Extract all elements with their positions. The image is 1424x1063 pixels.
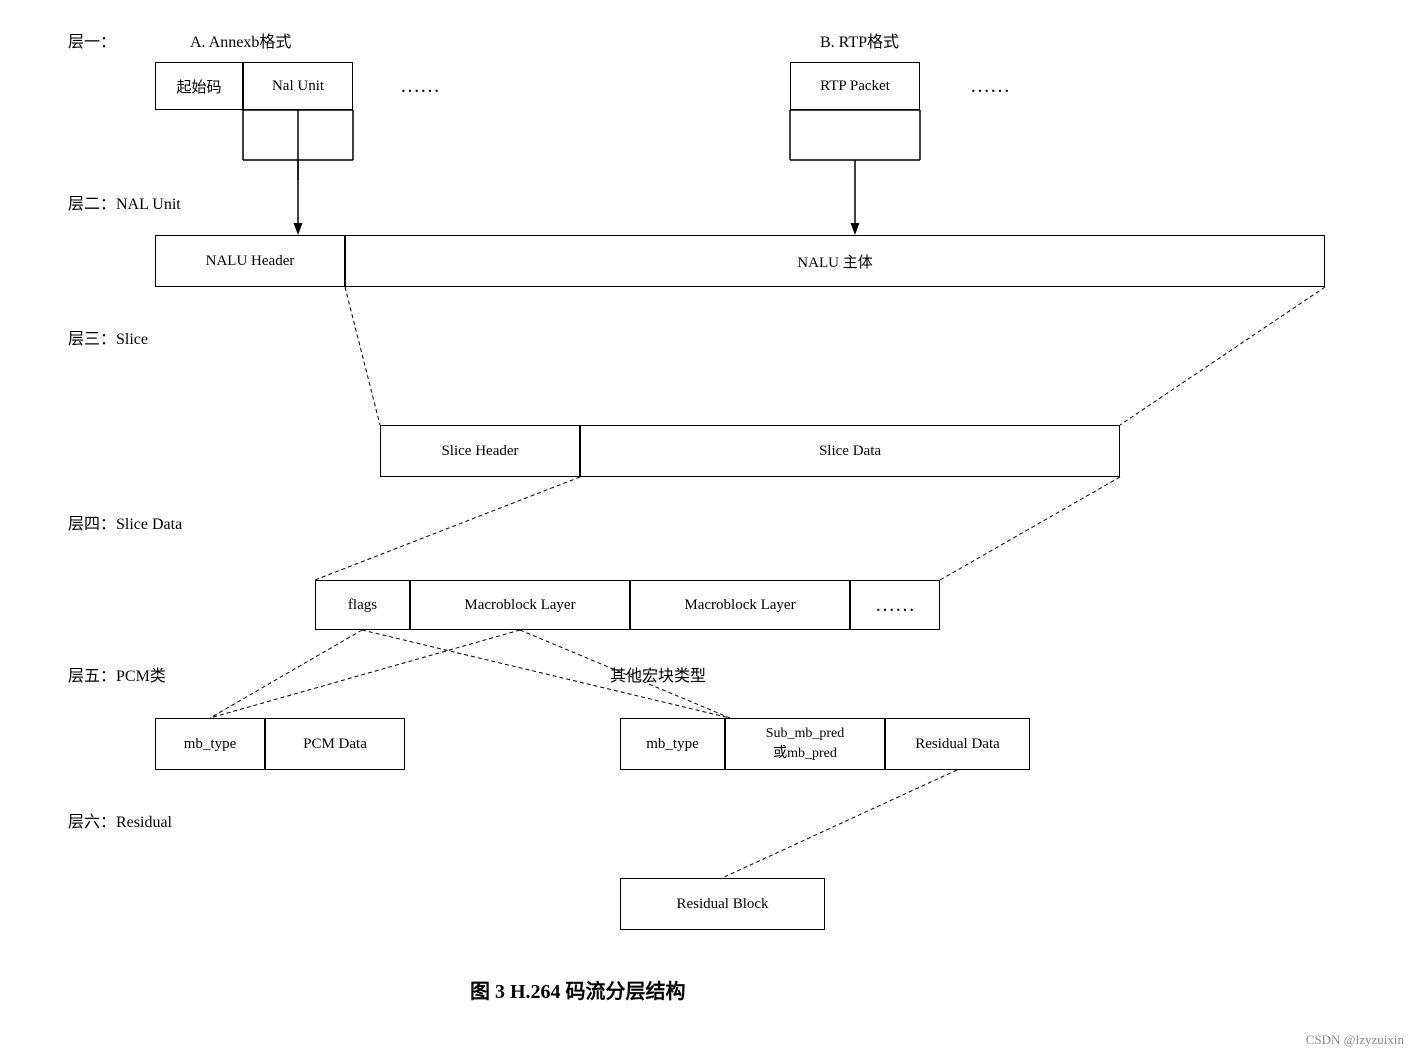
layer1a-label: A. Annexb格式 [190, 28, 291, 52]
pcm-data-box: PCM Data [265, 718, 405, 770]
dots1: …… [400, 75, 440, 98]
layer1-label: 层一： [68, 28, 116, 52]
residual-block-box: Residual Block [620, 878, 825, 930]
qishi-box: 起始码 [155, 62, 243, 110]
layer6-label: 层六：Residual [68, 808, 172, 832]
macro2-box: Macroblock Layer [630, 580, 850, 630]
nalu-body-box: NALU 主体 [345, 235, 1325, 287]
watermark: CSDN @lzyzuixin [1306, 1032, 1404, 1048]
sub-mb-pred-box: Sub_mb_pred 或mb_pred [725, 718, 885, 770]
layer1b-label: B. RTP格式 [820, 28, 899, 52]
layer5-label: 层五：PCM类 [68, 662, 166, 686]
mb-type-pcm-box: mb_type [155, 718, 265, 770]
nalu-header-box: NALU Header [155, 235, 345, 287]
macro1-box: Macroblock Layer [410, 580, 630, 630]
nalunit-a-box: Nal Unit [243, 62, 353, 110]
layer5b-label: 其他宏块类型 [610, 662, 706, 686]
slice-data-box: Slice Data [580, 425, 1120, 477]
mb-type-other-box: mb_type [620, 718, 725, 770]
residual-data-box: Residual Data [885, 718, 1030, 770]
flags-box: flags [315, 580, 410, 630]
dots3-box: …… [850, 580, 940, 630]
slice-header-box: Slice Header [380, 425, 580, 477]
rtppacket-box: RTP Packet [790, 62, 920, 110]
layer4-label: 层四：Slice Data [68, 510, 182, 534]
layer3-label: 层三：Slice [68, 325, 148, 349]
caption: 图 3 H.264 码流分层结构 [470, 975, 686, 1004]
diagram-container: 层一： A. Annexb格式 B. RTP格式 起始码 Nal Unit ……… [0, 0, 1424, 1063]
layer2-label: 层二：NAL Unit [68, 190, 181, 214]
dots2: …… [970, 75, 1010, 98]
